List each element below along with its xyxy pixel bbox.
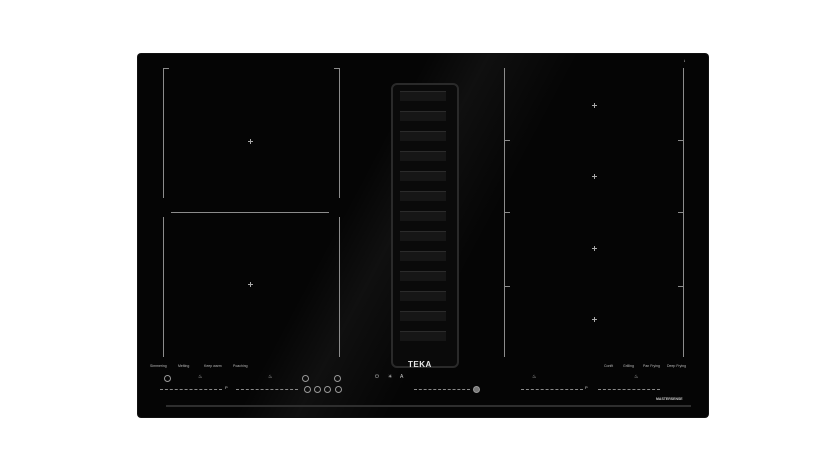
zone-center-mark <box>592 317 597 322</box>
bottom-trim <box>166 405 691 407</box>
function-deep-frying[interactable]: Deep Frying <box>667 364 686 368</box>
vent-slat <box>400 111 446 121</box>
left-zone-outline <box>339 217 340 357</box>
hood-power-slider[interactable] <box>414 389 470 391</box>
vent-slat <box>400 331 446 341</box>
right-zone-outline <box>504 212 510 213</box>
right-zone-outline <box>504 140 510 141</box>
timer-select-button[interactable] <box>314 386 321 393</box>
zone-center-mark <box>248 139 253 144</box>
auto-icon[interactable]: A <box>400 375 403 380</box>
left-zone-outline <box>163 68 169 69</box>
zone-divider <box>171 212 329 213</box>
power-button[interactable] <box>164 375 171 382</box>
pot-icon[interactable]: ♨ <box>634 375 638 380</box>
induction-hob: ℹ TEKA Simmering Melting Keep warm Poach… <box>138 54 708 417</box>
left-rear-power-slider[interactable] <box>236 389 298 391</box>
pot-icon[interactable]: ♨ <box>268 375 272 380</box>
function-confit[interactable]: Confit <box>604 364 613 368</box>
right-rear-power-slider[interactable] <box>598 389 660 391</box>
vent-slat <box>400 251 446 261</box>
right-zone-outline <box>678 286 684 287</box>
fan-icon[interactable]: ✳ <box>388 375 392 380</box>
vent-slat <box>400 271 446 281</box>
vent-slat <box>400 91 446 101</box>
function-simmering[interactable]: Simmering <box>150 364 167 368</box>
timer-button[interactable] <box>302 375 309 382</box>
certification-mark: ℹ <box>684 59 686 63</box>
right-zone-outline <box>678 140 684 141</box>
minus-button[interactable] <box>304 386 311 393</box>
right-zone-outline <box>678 212 684 213</box>
vent-slat <box>400 131 446 141</box>
lock-button[interactable] <box>334 375 341 382</box>
vent-slat <box>400 191 446 201</box>
mastersense-logo: MASTERSENSE <box>656 397 683 401</box>
vent-slat <box>400 171 446 181</box>
zone-center-mark <box>592 246 597 251</box>
left-zone-outline <box>163 217 164 357</box>
power-icon[interactable]: ⏻ <box>375 375 379 380</box>
pot-icon[interactable]: ♨ <box>532 375 536 380</box>
vent-slat <box>400 291 446 301</box>
right-zone-outline <box>504 286 510 287</box>
brand-logo: TEKA <box>408 360 432 369</box>
boost-label: P <box>225 385 228 390</box>
pot-icon[interactable]: ♨ <box>198 375 202 380</box>
function-grilling[interactable]: Grilling <box>623 364 634 368</box>
left-zone-outline <box>163 68 164 198</box>
vent-slat <box>400 151 446 161</box>
function-keep-warm[interactable]: Keep warm <box>204 364 222 368</box>
function-melting[interactable]: Melting <box>178 364 189 368</box>
vent-slat <box>400 211 446 221</box>
downdraft-vent <box>391 83 459 368</box>
function-poaching[interactable]: Poaching <box>233 364 248 368</box>
zone-center-mark <box>248 282 253 287</box>
plus-button[interactable] <box>324 386 331 393</box>
left-front-power-slider[interactable] <box>160 389 222 391</box>
boost-label: P <box>585 385 588 390</box>
vent-slat <box>400 231 446 241</box>
left-zone-outline <box>334 68 340 69</box>
left-zone-outline <box>339 68 340 198</box>
zone-center-mark <box>592 174 597 179</box>
hood-boost-button[interactable] <box>473 386 480 393</box>
right-front-power-slider[interactable] <box>521 389 583 391</box>
function-pan-frying[interactable]: Pan Frying <box>643 364 660 368</box>
vent-slat <box>400 311 446 321</box>
pause-button[interactable] <box>335 386 342 393</box>
zone-center-mark <box>592 103 597 108</box>
